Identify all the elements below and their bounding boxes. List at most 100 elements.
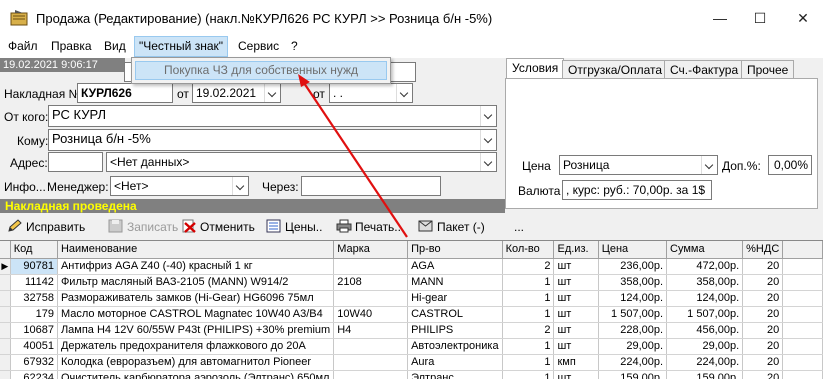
cell-sum[interactable]: 159,00р. [666,370,744,379]
table-row[interactable]: 179 Масло моторное CASTROL Magnatec 10W4… [0,306,823,323]
cell-unit[interactable]: шт [553,370,599,379]
cell-vat[interactable]: 20 [742,306,784,323]
cell-name[interactable]: Фильтр масляный ВАЗ-2105 (MANN) W914/2 [57,274,335,291]
cell-brand[interactable] [333,354,409,371]
cell-name[interactable]: Колодка (евроразъем) для автомагнитол Pi… [57,354,335,371]
print-button[interactable]: Печать... [336,217,404,237]
cell-unit[interactable]: шт [553,290,599,307]
sender-dropdown-icon[interactable] [480,106,496,126]
cell-brand[interactable] [333,258,409,275]
cell-qty[interactable]: 2 [502,258,555,275]
column-brand[interactable]: Марка [333,241,409,259]
cell-code[interactable]: 62234 [10,370,58,379]
cell-qty[interactable]: 1 [502,354,555,371]
prices-button[interactable]: Цены.. [266,217,322,237]
sender-select[interactable]: РС КУРЛ [48,105,497,127]
maximize-button[interactable]: ☐ [740,6,780,30]
cell-brand[interactable]: 2108 [333,274,409,291]
cell-maker[interactable]: Автоэлектроника [407,338,503,355]
correct-button[interactable]: Исправить [7,217,85,237]
menu-edit[interactable]: Правка [51,39,92,53]
cell-code[interactable]: 67932 [10,354,58,371]
column-unit[interactable]: Ед.из. [553,241,599,259]
column-code[interactable]: Код [10,241,58,259]
cell-maker[interactable]: Aura [407,354,503,371]
cell-brand[interactable] [333,290,409,307]
tab-shipment-payment[interactable]: Отгрузка/Оплата [562,60,669,79]
tab-conditions[interactable]: Условия [506,58,565,79]
table-row[interactable]: 67932 Колодка (евроразъем) для автомагни… [0,354,823,371]
cell-code[interactable]: 11142 [10,274,58,291]
cell-vat[interactable]: 20 [742,258,784,275]
cell-price[interactable]: 124,00р. [598,290,668,307]
invoice-date-input[interactable]: 19.02.2021 [192,83,281,103]
menu-service[interactable]: Сервис [238,39,279,53]
cell-code[interactable]: 40051 [10,338,58,355]
cell-price[interactable]: 236,00р. [598,258,668,275]
cell-vat[interactable]: 20 [742,274,784,291]
menu-file[interactable]: Файл [8,39,38,53]
price-dropdown-icon[interactable] [701,156,717,174]
discount-input[interactable]: 0,00% [768,155,812,175]
cell-unit[interactable]: шт [553,322,599,339]
column-name[interactable]: Наименование [57,241,335,259]
tab-invoice[interactable]: Сч.-Фактура [664,60,745,79]
cell-price[interactable]: 224,00р. [598,354,668,371]
cell-brand[interactable]: 10W40 [333,306,409,323]
column-price[interactable]: Цена [598,241,668,259]
cell-sum[interactable]: 456,00р. [666,322,744,339]
recipient-dropdown-icon[interactable] [480,130,496,150]
cell-qty[interactable]: 2 [502,322,555,339]
via-input[interactable] [301,176,441,196]
table-row[interactable]: 11142 Фильтр масляный ВАЗ-2105 (MANN) W9… [0,274,823,291]
column-qty[interactable]: Кол-во [502,241,555,259]
cell-unit[interactable]: шт [553,338,599,355]
address-dropdown-icon[interactable] [480,153,496,171]
cell-maker[interactable]: Элтранс [407,370,503,379]
cell-unit[interactable]: шт [553,306,599,323]
cell-code[interactable]: 10687 [10,322,58,339]
cell-maker[interactable]: CASTROL [407,306,503,323]
table-row[interactable]: 40051 Держатель предохранителя флажковог… [0,338,823,355]
more-button[interactable]: ... [514,217,524,237]
table-row[interactable]: ▶ 90781 Антифриз AGA Z40 (-40) красный 1… [0,258,823,275]
table-row[interactable]: 32758 Размораживатель замков (Hi-Gear) H… [0,290,823,307]
invoice-number-input[interactable]: КУРЛ626 [77,83,173,103]
manager-dropdown-icon[interactable] [232,177,248,195]
cell-sum[interactable]: 1 507,00р. [666,306,744,323]
menu-help[interactable]: ? [291,39,298,53]
cell-sum[interactable]: 29,00р. [666,338,744,355]
cell-sum[interactable]: 124,00р. [666,290,744,307]
cell-name[interactable]: Антифриз AGA Z40 (-40) красный 1 кг [57,258,335,275]
cell-name[interactable]: Размораживатель замков (Hi-Gear) HG6096 … [57,290,335,307]
address-select[interactable]: <Нет данных> [106,152,497,172]
cell-unit[interactable]: шт [553,274,599,291]
cell-price[interactable]: 159,00р. [598,370,668,379]
recipient-select[interactable]: Розница б/н -5% [48,129,497,151]
menu-view[interactable]: Вид [104,39,126,53]
column-sum[interactable]: Сумма [666,241,744,259]
cell-qty[interactable]: 1 [502,306,555,323]
cell-brand[interactable] [333,338,409,355]
manager-select[interactable]: <Нет> [110,176,249,196]
table-row[interactable]: 10687 Лампа Н4 12V 60/55W P43t (PHILIPS)… [0,322,823,339]
cell-price[interactable]: 358,00р. [598,274,668,291]
cell-maker[interactable]: Hi-gear [407,290,503,307]
cell-maker[interactable]: MANN [407,274,503,291]
cell-price[interactable]: 1 507,00р. [598,306,668,323]
cell-sum[interactable]: 224,00р. [666,354,744,371]
cell-vat[interactable]: 20 [742,290,784,307]
date2-input[interactable]: . . [329,83,413,103]
cell-qty[interactable]: 1 [502,338,555,355]
save-button[interactable]: Записать [108,217,178,237]
table-row[interactable]: 62234 Очиститель карбюратора аэрозоль (Э… [0,370,823,379]
cell-qty[interactable]: 1 [502,370,555,379]
cell-vat[interactable]: 20 [742,370,784,379]
cell-name[interactable]: Лампа Н4 12V 60/55W P43t (PHILIPS) +30% … [57,322,335,339]
minimize-button[interactable]: — [700,6,740,30]
cell-price[interactable]: 29,00р. [598,338,668,355]
packet-button[interactable]: Пакет (-) [418,217,485,237]
menu-honest-sign[interactable]: "Честный знак" [134,36,229,57]
cell-maker[interactable]: PHILIPS [407,322,503,339]
cell-name[interactable]: Масло моторное CASTROL Magnatec 10W40 A3… [57,306,335,323]
